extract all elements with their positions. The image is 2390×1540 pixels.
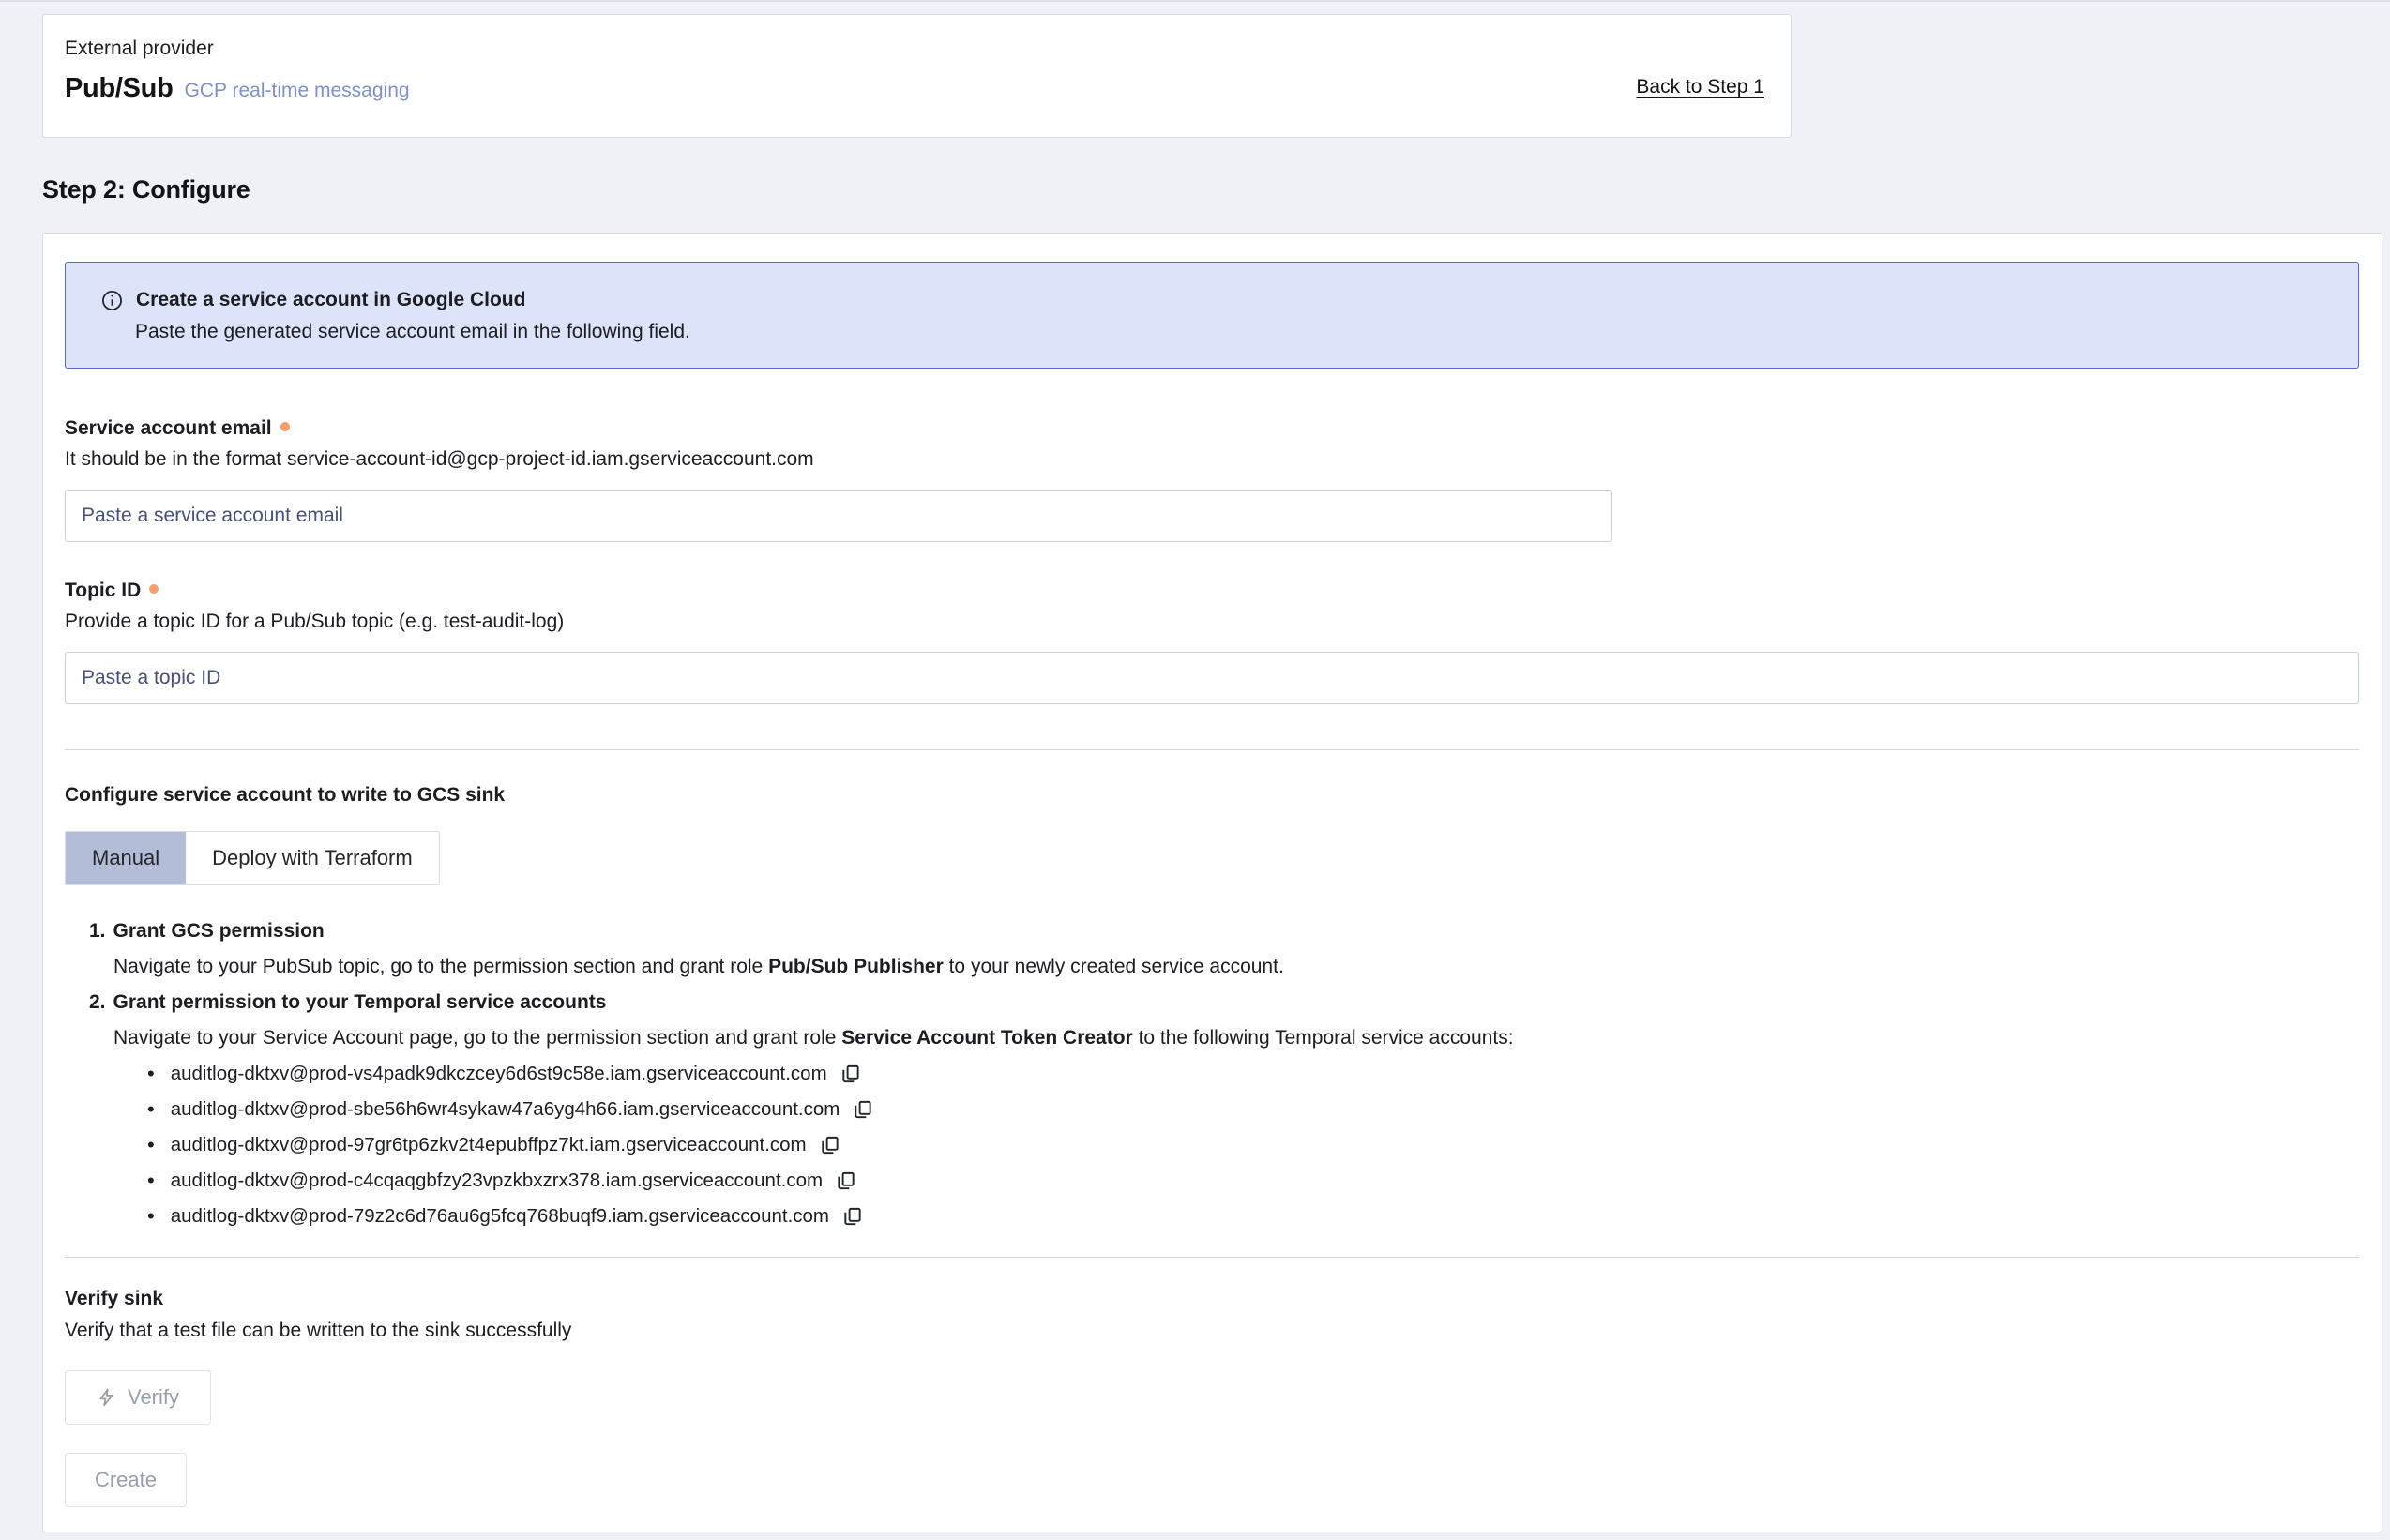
service-account-email: auditlog-dktxv@prod-c4cqaqgbfzy23vpzkbxz…: [171, 1163, 823, 1199]
provider-subtitle: GCP real-time messaging: [185, 80, 410, 102]
verify-sink-title: Verify sink: [65, 1288, 2359, 1310]
step-1-body-prefix: Navigate to your PubSub topic, go to the…: [113, 956, 768, 977]
service-account-email-label-row: Service account email: [65, 417, 2359, 440]
service-account-email-hint: It should be in the format service-accou…: [65, 448, 2359, 471]
copy-icon[interactable]: [852, 1098, 873, 1121]
list-item: auditlog-dktxv@prod-vs4padk9dkczcey6d6st…: [147, 1056, 2359, 1092]
create-button-label: Create: [95, 1468, 157, 1492]
topic-id-hint: Provide a topic ID for a Pub/Sub topic (…: [65, 611, 2359, 633]
list-item: auditlog-dktxv@prod-sbe56h6wr4sykaw47a6y…: [147, 1092, 2359, 1127]
step-1-role-name: Pub/Sub Publisher: [768, 956, 944, 977]
service-account-email-label: Service account email: [65, 417, 272, 440]
page-title: Step 2: Configure: [42, 175, 2382, 204]
step-grant-gcs-permission: 1. Grant GCS permission Navigate to your…: [89, 913, 2359, 985]
back-to-step-1-link[interactable]: Back to Step 1: [1636, 76, 1764, 98]
step-2-title: Grant permission to your Temporal servic…: [113, 985, 607, 1020]
step-1-body: Navigate to your PubSub topic, go to the…: [113, 949, 2359, 985]
provider-header-card: External provider Pub/Sub GCP real-time …: [42, 14, 1792, 138]
lightning-bolt-icon: [97, 1387, 116, 1408]
list-item: auditlog-dktxv@prod-97gr6tp6zkv2t4epubff…: [147, 1127, 2359, 1163]
required-dot-icon: [149, 584, 159, 594]
copy-icon[interactable]: [841, 1205, 863, 1228]
section-divider: [65, 1257, 2359, 1258]
tab-deploy-with-terraform[interactable]: Deploy with Terraform: [186, 832, 439, 884]
step-2-body: Navigate to your Service Account page, g…: [113, 1020, 2359, 1056]
section-divider: [65, 749, 2359, 750]
step-1-heading: 1. Grant GCS permission: [89, 913, 2359, 949]
service-account-email: auditlog-dktxv@prod-sbe56h6wr4sykaw47a6y…: [171, 1092, 840, 1127]
step-2-role-name: Service Account Token Creator: [841, 1027, 1132, 1049]
temporal-service-account-list: auditlog-dktxv@prod-vs4padk9dkczcey6d6st…: [147, 1056, 2359, 1234]
service-account-email: auditlog-dktxv@prod-97gr6tp6zkv2t4epubff…: [171, 1127, 807, 1163]
info-alert-title: Create a service account in Google Cloud: [136, 284, 525, 316]
configure-tabs: Manual Deploy with Terraform: [65, 831, 440, 885]
info-alert-title-row: Create a service account in Google Cloud: [100, 284, 2321, 316]
manual-steps-list: 1. Grant GCS permission Navigate to your…: [89, 913, 2359, 1234]
topic-id-input[interactable]: [65, 652, 2359, 704]
tab-manual[interactable]: Manual: [66, 832, 186, 884]
required-dot-icon: [280, 422, 290, 431]
provider-eyebrow: External provider: [65, 38, 410, 60]
info-icon: [100, 289, 124, 312]
step-2-number: 2.: [89, 985, 106, 1020]
provider-row: Pub/Sub GCP real-time messaging: [65, 73, 410, 104]
copy-icon[interactable]: [835, 1170, 856, 1192]
list-item: auditlog-dktxv@prod-c4cqaqgbfzy23vpzkbxz…: [147, 1163, 2359, 1199]
verify-sink-subtitle: Verify that a test file can be written t…: [65, 1320, 2359, 1342]
topic-id-label: Topic ID: [65, 580, 141, 602]
list-item: auditlog-dktxv@prod-79z2c6d76au6g5fcq768…: [147, 1199, 2359, 1234]
page: External provider Pub/Sub GCP real-time …: [0, 2, 2390, 1532]
copy-icon[interactable]: [819, 1134, 840, 1156]
step-1-title: Grant GCS permission: [113, 913, 325, 949]
configure-section-title: Configure service account to write to GC…: [65, 784, 2359, 807]
step-1-number: 1.: [89, 913, 106, 949]
step-2-heading: 2. Grant permission to your Temporal ser…: [89, 985, 2359, 1020]
step-2-body-suffix: to the following Temporal service accoun…: [1133, 1027, 1514, 1049]
topic-id-label-row: Topic ID: [65, 580, 2359, 602]
info-alert: Create a service account in Google Cloud…: [65, 262, 2359, 369]
step-grant-temporal-permission: 2. Grant permission to your Temporal ser…: [89, 985, 2359, 1234]
info-alert-body: Paste the generated service account emai…: [135, 316, 2321, 348]
copy-icon[interactable]: [840, 1063, 861, 1085]
step-2-body-prefix: Navigate to your Service Account page, g…: [113, 1027, 841, 1049]
configure-card: Create a service account in Google Cloud…: [42, 233, 2382, 1532]
provider-info: External provider Pub/Sub GCP real-time …: [65, 38, 410, 137]
service-account-email-input[interactable]: [65, 490, 1612, 542]
verify-button[interactable]: Verify: [65, 1370, 211, 1425]
provider-name: Pub/Sub: [65, 73, 174, 104]
create-button[interactable]: Create: [65, 1453, 187, 1507]
service-account-email: auditlog-dktxv@prod-79z2c6d76au6g5fcq768…: [171, 1199, 829, 1234]
step-1-body-suffix: to your newly created service account.: [944, 956, 1284, 977]
verify-button-label: Verify: [128, 1385, 179, 1410]
service-account-email: auditlog-dktxv@prod-vs4padk9dkczcey6d6st…: [171, 1056, 827, 1092]
